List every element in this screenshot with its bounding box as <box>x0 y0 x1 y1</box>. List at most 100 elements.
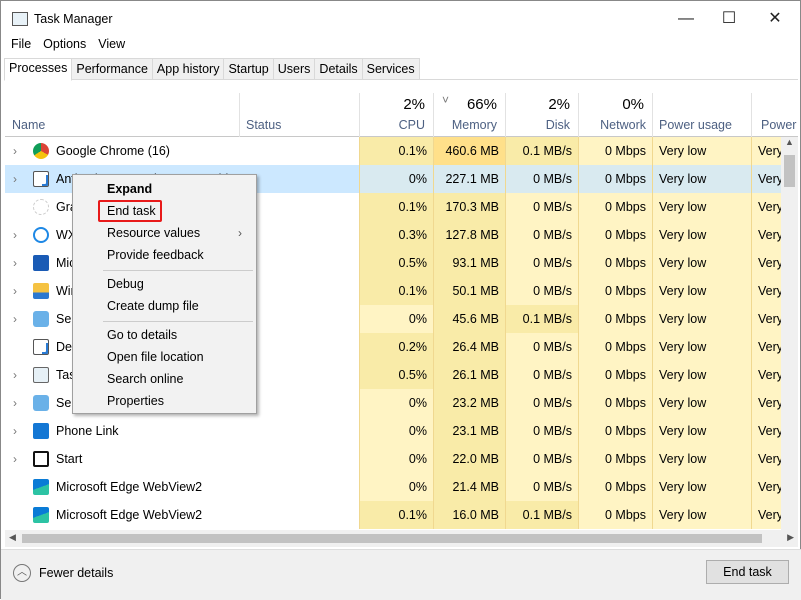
wx-icon <box>33 227 49 243</box>
tab-processes[interactable]: Processes <box>4 58 73 81</box>
column-power-trend[interactable]: Power <box>751 93 798 137</box>
cell-mem: 22.0 MB <box>433 445 505 473</box>
app-icon <box>33 199 49 215</box>
scroll-thumb-horizontal[interactable] <box>22 534 762 543</box>
process-row[interactable]: › Google Chrome (16) 0.1% 460.6 MB 0.1 MB/s 0… <box>5 137 781 165</box>
cell-power: Very low <box>652 501 751 529</box>
cell-power: Very low <box>652 361 751 389</box>
cell-net: 0 Mbps <box>578 333 652 361</box>
menu-item-resource-values[interactable]: Resource values <box>107 224 200 242</box>
column-cpu[interactable]: 2% CPU <box>359 93 433 137</box>
tab-startup[interactable]: Startup <box>223 58 274 80</box>
process-row[interactable]: Microsoft Edge WebView2 0% 21.4 MB 0 MB/s 0 … <box>5 473 781 501</box>
menu-item-open-file-location[interactable]: Open file location <box>107 348 204 366</box>
gear-icon <box>33 395 49 411</box>
cell-cpu: 0% <box>359 305 433 333</box>
scroll-thumb[interactable] <box>784 155 795 187</box>
menu-options[interactable]: Options <box>37 37 92 51</box>
column-status[interactable]: Status <box>239 93 359 137</box>
tab-app-history[interactable]: App history <box>151 58 225 80</box>
scroll-up-icon[interactable]: ▲ <box>781 137 798 147</box>
cell-mem: 127.8 MB <box>433 221 505 249</box>
cell-cpu: 0.1% <box>359 501 433 529</box>
column-network[interactable]: 0% Network <box>578 93 652 137</box>
expand-chevron-icon[interactable]: › <box>13 165 17 193</box>
minimize-button[interactable]: — <box>666 7 706 31</box>
cell-cpu: 0.1% <box>359 137 433 165</box>
cell-trend: Very <box>751 249 781 277</box>
menu-item-debug[interactable]: Debug <box>107 275 144 293</box>
cell-disk: 0 MB/s <box>505 333 578 361</box>
cell-disk: 0 MB/s <box>505 165 578 193</box>
process-row[interactable]: › Phone Link 0% 23.1 MB 0 MB/s 0 Mbps Very low… <box>5 417 781 445</box>
process-row[interactable]: › Start 0% 22.0 MB 0 MB/s 0 Mbps Very low Very <box>5 445 781 473</box>
cell-trend: Very <box>751 445 781 473</box>
process-name: Microsoft Edge WebView2 <box>56 480 203 494</box>
cell-net: 0 Mbps <box>578 473 652 501</box>
menu-item-end-task[interactable]: End task <box>107 202 156 220</box>
column-power-usage[interactable]: Power usage <box>652 93 751 137</box>
cell-cpu: 0% <box>359 417 433 445</box>
window-icon <box>33 171 49 187</box>
tab-services[interactable]: Services <box>361 58 420 80</box>
cell-disk: 0 MB/s <box>505 445 578 473</box>
cell-power: Very low <box>652 165 751 193</box>
scroll-left-icon[interactable]: ◀ <box>9 532 16 543</box>
menu-item-search-online[interactable]: Search online <box>107 370 183 388</box>
cell-trend: Very <box>751 417 781 445</box>
cell-net: 0 Mbps <box>578 305 652 333</box>
phone-icon <box>33 423 49 439</box>
cell-disk: 0.1 MB/s <box>505 137 578 165</box>
menu-file[interactable]: File <box>5 37 37 51</box>
window-title: Task Manager <box>34 12 113 26</box>
cell-trend: Very <box>751 221 781 249</box>
column-name[interactable]: Name <box>5 93 239 137</box>
cell-cpu: 0.5% <box>359 361 433 389</box>
horizontal-scrollbar[interactable]: ◀ ▶ <box>5 530 798 547</box>
cell-cpu: 0% <box>359 389 433 417</box>
expand-chevron-icon[interactable]: › <box>13 277 17 305</box>
process-row[interactable]: Microsoft Edge WebView2 0.1% 16.0 MB 0.1 MB… <box>5 501 781 529</box>
menu-view[interactable]: View <box>92 37 131 51</box>
cell-mem: 93.1 MB <box>433 249 505 277</box>
expand-chevron-icon[interactable]: › <box>13 389 17 417</box>
cell-power: Very low <box>652 333 751 361</box>
cell-cpu: 0% <box>359 473 433 501</box>
cell-mem: 26.1 MB <box>433 361 505 389</box>
menu-item-expand[interactable]: Expand <box>107 180 152 198</box>
fewer-details-button[interactable]: ︿ Fewer details <box>13 564 113 582</box>
cell-power: Very low <box>652 249 751 277</box>
expand-chevron-icon[interactable]: › <box>13 137 17 165</box>
close-button[interactable]: ✕ <box>755 7 795 31</box>
cell-net: 0 Mbps <box>578 221 652 249</box>
cell-net: 0 Mbps <box>578 361 652 389</box>
title-bar: Task Manager — ☐ ✕ <box>1 1 801 35</box>
menu-item-create-dump-file[interactable]: Create dump file <box>107 297 199 315</box>
tab-users[interactable]: Users <box>272 58 316 80</box>
tab-performance[interactable]: Performance <box>71 58 153 80</box>
edge-webview-icon <box>33 479 49 495</box>
process-name: Microsoft Edge WebView2 <box>56 508 203 522</box>
footer: ︿ Fewer details End task <box>1 549 801 600</box>
end-task-button[interactable]: End task <box>706 560 789 584</box>
column-memory[interactable]: ˅ 66% Memory <box>433 93 505 137</box>
column-header: Name Status 2% CPU ˅ 66% Memory 2% Disk 0% Ne… <box>5 93 798 137</box>
cell-trend: Very <box>751 361 781 389</box>
menu-bar: File Options View <box>5 37 131 51</box>
expand-chevron-icon[interactable]: › <box>13 221 17 249</box>
menu-item-go-to-details[interactable]: Go to details <box>107 326 177 344</box>
expand-chevron-icon[interactable]: › <box>13 361 17 389</box>
column-disk[interactable]: 2% Disk <box>505 93 578 137</box>
vertical-scrollbar[interactable]: ▲ <box>781 137 798 530</box>
tab-details[interactable]: Details <box>314 58 363 80</box>
menu-item-provide-feedback[interactable]: Provide feedback <box>107 246 204 264</box>
maximize-button[interactable]: ☐ <box>709 7 749 31</box>
cell-net: 0 Mbps <box>578 249 652 277</box>
expand-chevron-icon[interactable]: › <box>13 305 17 333</box>
menu-item-properties[interactable]: Properties <box>107 392 164 410</box>
cell-cpu: 0.1% <box>359 277 433 305</box>
expand-chevron-icon[interactable]: › <box>13 249 17 277</box>
scroll-right-icon[interactable]: ▶ <box>787 532 794 543</box>
expand-chevron-icon[interactable]: › <box>13 417 17 445</box>
expand-chevron-icon[interactable]: › <box>13 445 17 473</box>
